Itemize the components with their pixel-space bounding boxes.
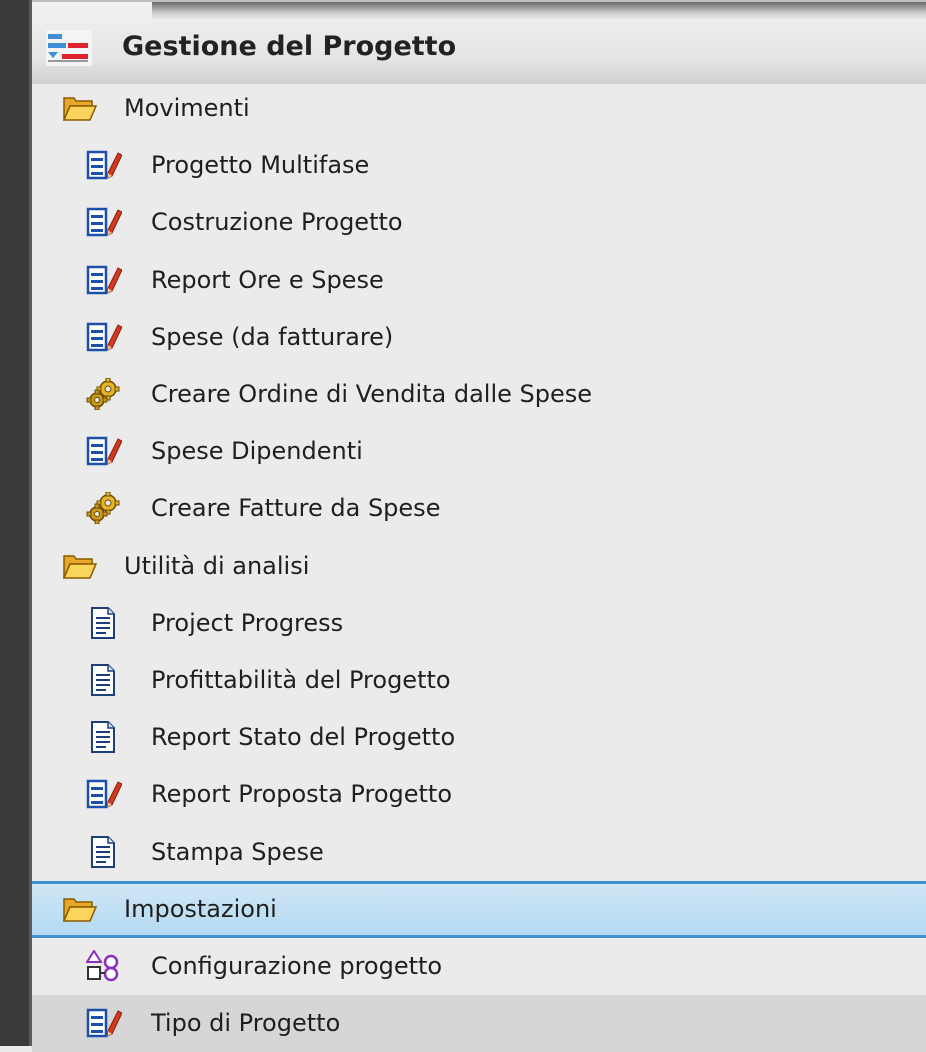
tree-item-creare-ordine-di-vendita-dalle-spese[interactable]: Creare Ordine di Vendita dalle Spese [32, 366, 926, 423]
tree-folder-impostazioni[interactable]: Impostazioni [32, 880, 926, 938]
tree-item-profittabilita-del-progetto[interactable]: Profittabilità del Progetto [32, 652, 926, 709]
report-document-icon [86, 721, 122, 754]
form-edit-icon [86, 435, 122, 467]
tree-item-label: Project Progress [151, 608, 344, 637]
tree-item-label: Movimenti [124, 94, 250, 122]
tree-item-label: Profittabilità del Progetto [151, 666, 451, 694]
report-document-icon [86, 606, 122, 639]
menu-window: Gestione del Progetto Movimenti Progetto… [0, 0, 926, 1052]
tree-folder-movimenti[interactable]: Movimenti [32, 80, 926, 137]
tree-item-label: Utilità di analisi [124, 551, 310, 580]
tree-item-label: Spese (da fatturare) [151, 322, 394, 351]
tree-item-label: Report Stato del Progetto [151, 723, 456, 752]
tree-item-report-stato-del-progetto[interactable]: Report Stato del Progetto [32, 709, 926, 766]
tree-item-spese-dipendenti[interactable]: Spese Dipendenti [32, 423, 926, 480]
panel-header[interactable]: Gestione del Progetto [32, 0, 926, 84]
tree-item-label: Spese Dipendenti [151, 437, 363, 466]
form-edit-icon [86, 264, 122, 296]
tree-item-configurazione-progetto[interactable]: Configurazione progetto [32, 938, 926, 995]
folder-open-icon [62, 893, 98, 925]
gears-icon [86, 378, 122, 410]
tree-item-label: Creare Fatture da Spese [151, 494, 441, 523]
report-document-icon [86, 835, 122, 868]
tree-item-label: Tipo di Progetto [151, 1009, 341, 1038]
tree-folder-utilita-di-analisi[interactable]: Utilità di analisi [32, 538, 926, 595]
tree-item-label: Stampa Spese [151, 837, 324, 866]
tree-item-progetto-multifase[interactable]: Progetto Multifase [32, 137, 926, 194]
tree-item-tipo-di-progetto[interactable]: Tipo di Progetto [32, 995, 926, 1052]
project-management-icon [46, 30, 92, 66]
left-side-bar [0, 0, 32, 1046]
configuration-shapes-icon [86, 950, 122, 982]
navigation-panel: Gestione del Progetto Movimenti Progetto… [32, 0, 926, 1052]
form-edit-icon [86, 321, 122, 353]
tree-item-creare-fatture-da-spese[interactable]: Creare Fatture da Spese [32, 480, 926, 537]
panel-title: Gestione del Progetto [122, 31, 457, 62]
folder-open-icon [62, 550, 98, 582]
tree-item-spese-da-fatturare[interactable]: Spese (da fatturare) [32, 309, 926, 366]
form-edit-icon [86, 778, 122, 810]
tree-item-label: Impostazioni [124, 894, 277, 923]
tree-item-project-progress[interactable]: Project Progress [32, 595, 926, 652]
tree-item-stampa-spese[interactable]: Stampa Spese [32, 824, 926, 881]
tree-item-label: Creare Ordine di Vendita dalle Spese [151, 380, 593, 408]
tree-item-label: Report Ore e Spese [151, 265, 384, 294]
gears-icon [86, 492, 122, 525]
tree-item-label: Report Proposta Progetto [151, 780, 453, 809]
folder-open-icon [62, 92, 98, 124]
tree-item-label: Configurazione progetto [151, 952, 443, 980]
form-edit-icon [86, 206, 122, 238]
form-edit-icon [86, 149, 122, 181]
tree-item-label: Progetto Multifase [151, 151, 370, 180]
tree-item-label: Costruzione Progetto [151, 208, 403, 237]
header-shadow [152, 2, 926, 20]
tree-item-report-proposta-progetto[interactable]: Report Proposta Progetto [32, 766, 926, 823]
tree-item-report-ore-e-spese[interactable]: Report Ore e Spese [32, 252, 926, 309]
tree-item-costruzione-progetto[interactable]: Costruzione Progetto [32, 194, 926, 251]
report-document-icon [86, 664, 122, 696]
form-edit-icon [86, 1007, 122, 1039]
